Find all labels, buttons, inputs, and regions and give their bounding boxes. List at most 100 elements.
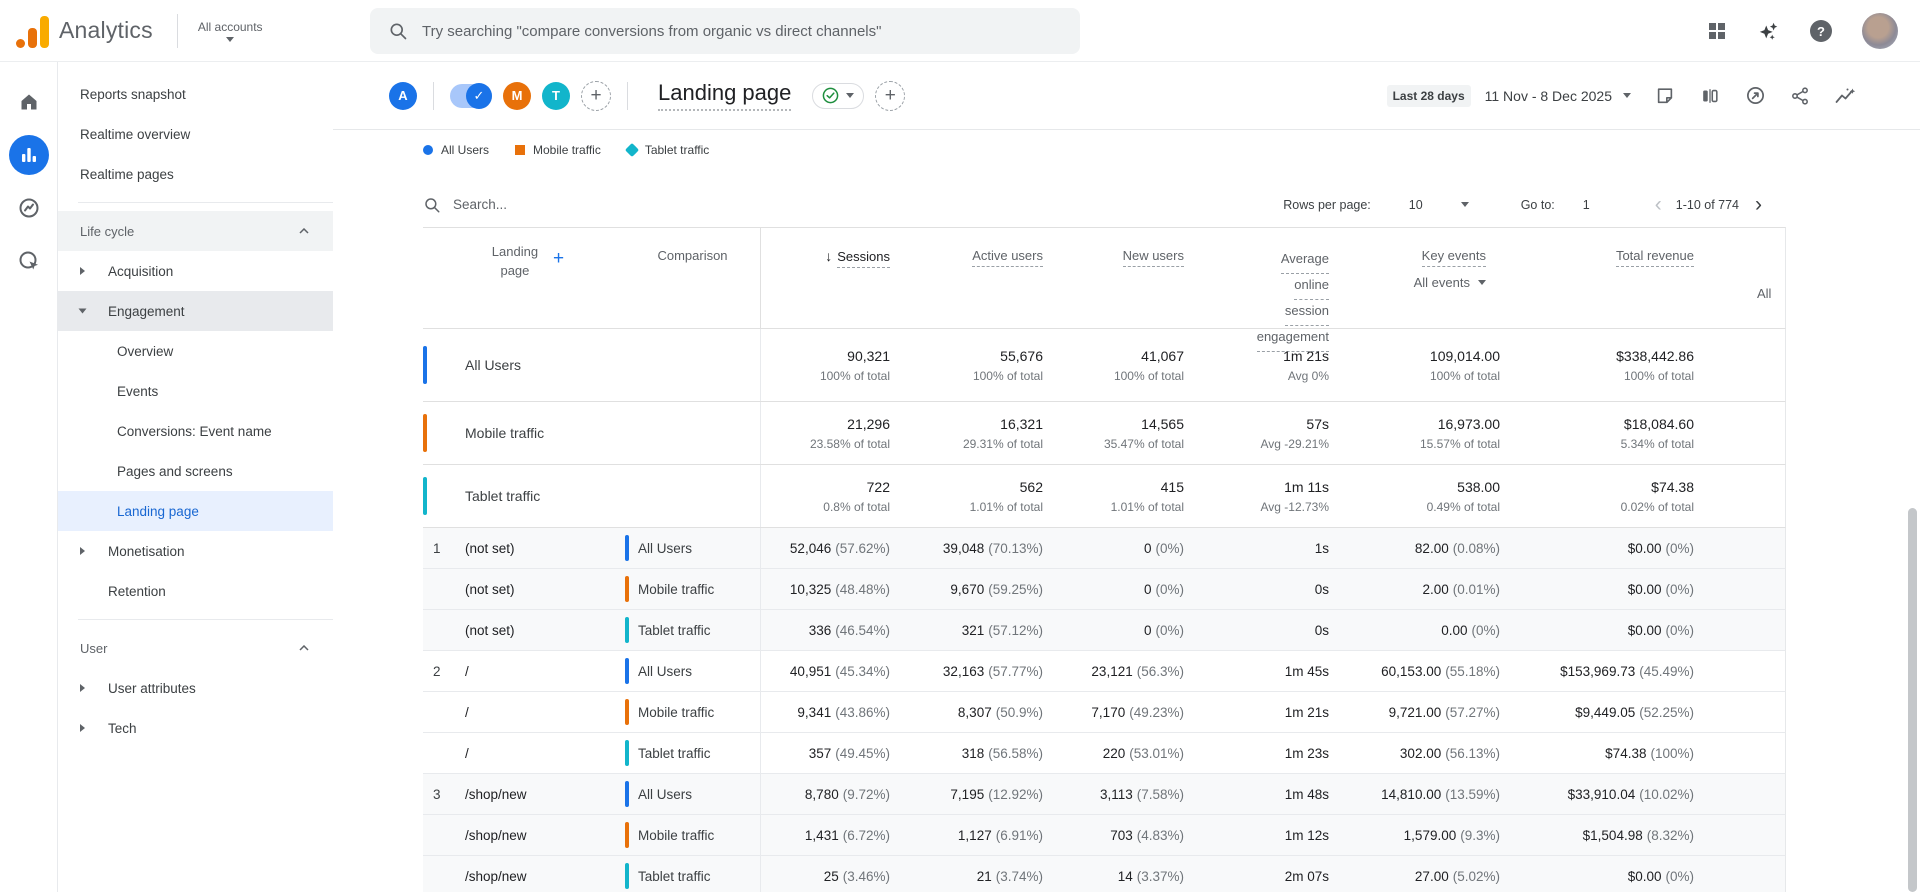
explore-icon[interactable] xyxy=(9,188,49,228)
expand-arrow-icon[interactable] xyxy=(80,724,108,732)
table-row[interactable]: 3 /shop/new All Users 8,780 (9.72%) 7,19… xyxy=(423,774,1786,815)
sidebar-collection-item[interactable]: Engagement xyxy=(58,291,333,331)
metric-value: 1s xyxy=(1315,541,1329,556)
metric-percent: (53.01%) xyxy=(1129,746,1184,761)
add-report-tab-button[interactable]: + xyxy=(875,81,905,111)
sidebar-collection-item[interactable]: Tech xyxy=(58,708,333,748)
sidebar-report-item[interactable]: Overview xyxy=(58,331,333,371)
metric-value: 703 xyxy=(1110,828,1133,843)
metric-value: 52,046 xyxy=(790,541,831,556)
metric-percent: (0%) xyxy=(1471,623,1500,638)
share-icon[interactable] xyxy=(1789,85,1811,107)
help-icon[interactable]: ? xyxy=(1810,20,1832,42)
key-events-filter[interactable]: All events xyxy=(1329,275,1486,290)
metric-cell: $0.00 (0%) xyxy=(1500,856,1694,892)
sidebar-nav: Reports snapshotRealtime overviewRealtim… xyxy=(58,62,333,892)
chevron-down-icon[interactable] xyxy=(1623,93,1631,98)
metric-cell: 52,046 (57.62%) xyxy=(760,528,890,568)
summary-row[interactable]: All Users 90,321 100% of total 55,676 10… xyxy=(423,329,1786,402)
summary-row[interactable]: Mobile traffic 21,296 23.58% of total 16… xyxy=(423,402,1786,465)
user-avatar[interactable] xyxy=(1862,13,1898,49)
gemini-sparkle-icon[interactable] xyxy=(1758,20,1780,42)
report-title[interactable]: Landing page xyxy=(658,80,791,111)
sidebar-item[interactable]: Realtime overview xyxy=(58,114,333,154)
metric-cell: 9,670 (59.25%) xyxy=(890,569,1043,609)
metric-cell: 9,721.00 (57.27%) xyxy=(1329,692,1500,732)
sidebar-report-item[interactable]: Landing page xyxy=(58,491,333,531)
global-search[interactable] xyxy=(370,8,1080,54)
metric-percent: (57.77%) xyxy=(988,664,1043,679)
summary-row[interactable]: Tablet traffic 722 0.8% of total 562 1.0… xyxy=(423,465,1786,528)
expand-arrow-icon[interactable] xyxy=(80,684,108,692)
expand-arrow-icon[interactable] xyxy=(80,547,108,555)
metric-percent: (12.92%) xyxy=(988,787,1043,802)
comparison-cell: Mobile traffic xyxy=(625,815,760,855)
comparison-toggle[interactable]: ✓ xyxy=(450,84,492,108)
metric-cell: 1m 23s xyxy=(1184,733,1329,773)
legend-swatch-icon xyxy=(515,145,525,155)
add-comparison-button[interactable]: + xyxy=(581,81,611,111)
insights-sparkline-icon[interactable] xyxy=(1834,85,1856,107)
expand-arrow-icon[interactable] xyxy=(80,307,108,315)
legend-item[interactable]: Mobile traffic xyxy=(515,143,601,157)
sidebar-section-header[interactable]: User xyxy=(58,628,333,668)
legend-label: Tablet traffic xyxy=(645,143,709,157)
apps-grid-icon[interactable] xyxy=(1706,20,1728,42)
sidebar-report-item[interactable]: Pages and screens xyxy=(58,451,333,491)
account-picker[interactable]: All accounts xyxy=(198,20,263,42)
reports-icon[interactable] xyxy=(9,135,49,175)
goto-page-input[interactable] xyxy=(1583,198,1617,212)
segment-chip-mobile[interactable]: M xyxy=(503,82,531,110)
table-row[interactable]: (not set) Mobile traffic 10,325 (48.48%)… xyxy=(423,569,1786,610)
chevron-down-icon[interactable] xyxy=(1461,202,1469,207)
legend-item[interactable]: Tablet traffic xyxy=(627,143,709,157)
sidebar-item[interactable]: Realtime pages xyxy=(58,154,333,194)
sidebar-section-header[interactable]: Life cycle xyxy=(58,211,333,251)
metric-cell: 9,341 (43.86%) xyxy=(760,692,890,732)
segment-chip-tablet[interactable]: T xyxy=(542,82,570,110)
sidebar-collection-item[interactable]: Retention xyxy=(58,571,333,611)
date-range[interactable]: 11 Nov - 8 Dec 2025 xyxy=(1485,88,1612,104)
row-number: 1 xyxy=(423,528,465,568)
segment-label: All Users xyxy=(638,787,692,802)
expand-arrow-icon[interactable] xyxy=(80,587,108,595)
metric-cell: 336 (46.54%) xyxy=(760,610,890,650)
table-row[interactable]: / Tablet traffic 357 (49.45%) 318 (56.58… xyxy=(423,733,1786,774)
table-row[interactable]: / Mobile traffic 9,341 (43.86%) 8,307 (5… xyxy=(423,692,1786,733)
legend-item[interactable]: All Users xyxy=(423,143,489,157)
advertising-icon[interactable] xyxy=(9,241,49,281)
comparison-cell: Mobile traffic xyxy=(625,692,760,732)
comparison-panel-icon[interactable] xyxy=(1699,85,1721,107)
metric-percent: (13.59%) xyxy=(1445,787,1500,802)
table-search-input[interactable] xyxy=(453,197,713,212)
segment-label: All Users xyxy=(638,541,692,556)
table-row[interactable]: (not set) Tablet traffic 336 (46.54%) 32… xyxy=(423,610,1786,651)
table-row[interactable]: /shop/new Tablet traffic 25 (3.46%) 21 (… xyxy=(423,856,1786,892)
row-number xyxy=(423,733,465,773)
analytics-logo-icon[interactable] xyxy=(16,14,49,48)
segment-color-bar xyxy=(625,699,629,725)
report-status-pill[interactable] xyxy=(812,83,864,109)
sidebar-collection-item[interactable]: User attributes xyxy=(58,668,333,708)
expand-arrow-icon[interactable] xyxy=(80,267,108,275)
insights-time-icon[interactable] xyxy=(1744,85,1766,107)
next-page-icon[interactable]: › xyxy=(1755,194,1762,215)
table-row[interactable]: 2 / All Users 40,951 (45.34%) 32,163 (57… xyxy=(423,651,1786,692)
rows-per-page-value[interactable]: 10 xyxy=(1409,198,1423,212)
table-search[interactable] xyxy=(423,196,743,214)
sidebar-report-item[interactable]: Conversions: Event name xyxy=(58,411,333,451)
sidebar-report-item[interactable]: Events xyxy=(58,371,333,411)
previous-page-icon[interactable]: ‹ xyxy=(1655,194,1662,215)
table-row[interactable]: 1 (not set) All Users 52,046 (57.62%) 39… xyxy=(423,528,1786,569)
sidebar-collection-item[interactable]: Monetisation xyxy=(58,531,333,571)
table-row[interactable]: /shop/new Mobile traffic 1,431 (6.72%) 1… xyxy=(423,815,1786,856)
metric-percent: (3.74%) xyxy=(996,869,1043,884)
notes-icon[interactable] xyxy=(1654,85,1676,107)
metric-subtext: 100% of total xyxy=(820,369,890,383)
sidebar-collection-item[interactable]: Acquisition xyxy=(58,251,333,291)
global-search-input[interactable] xyxy=(422,23,1062,40)
vertical-scrollbar[interactable] xyxy=(1908,508,1917,892)
segment-chip-all-users[interactable]: A xyxy=(389,82,417,110)
sidebar-item[interactable]: Reports snapshot xyxy=(58,74,333,114)
home-icon[interactable] xyxy=(9,82,49,122)
